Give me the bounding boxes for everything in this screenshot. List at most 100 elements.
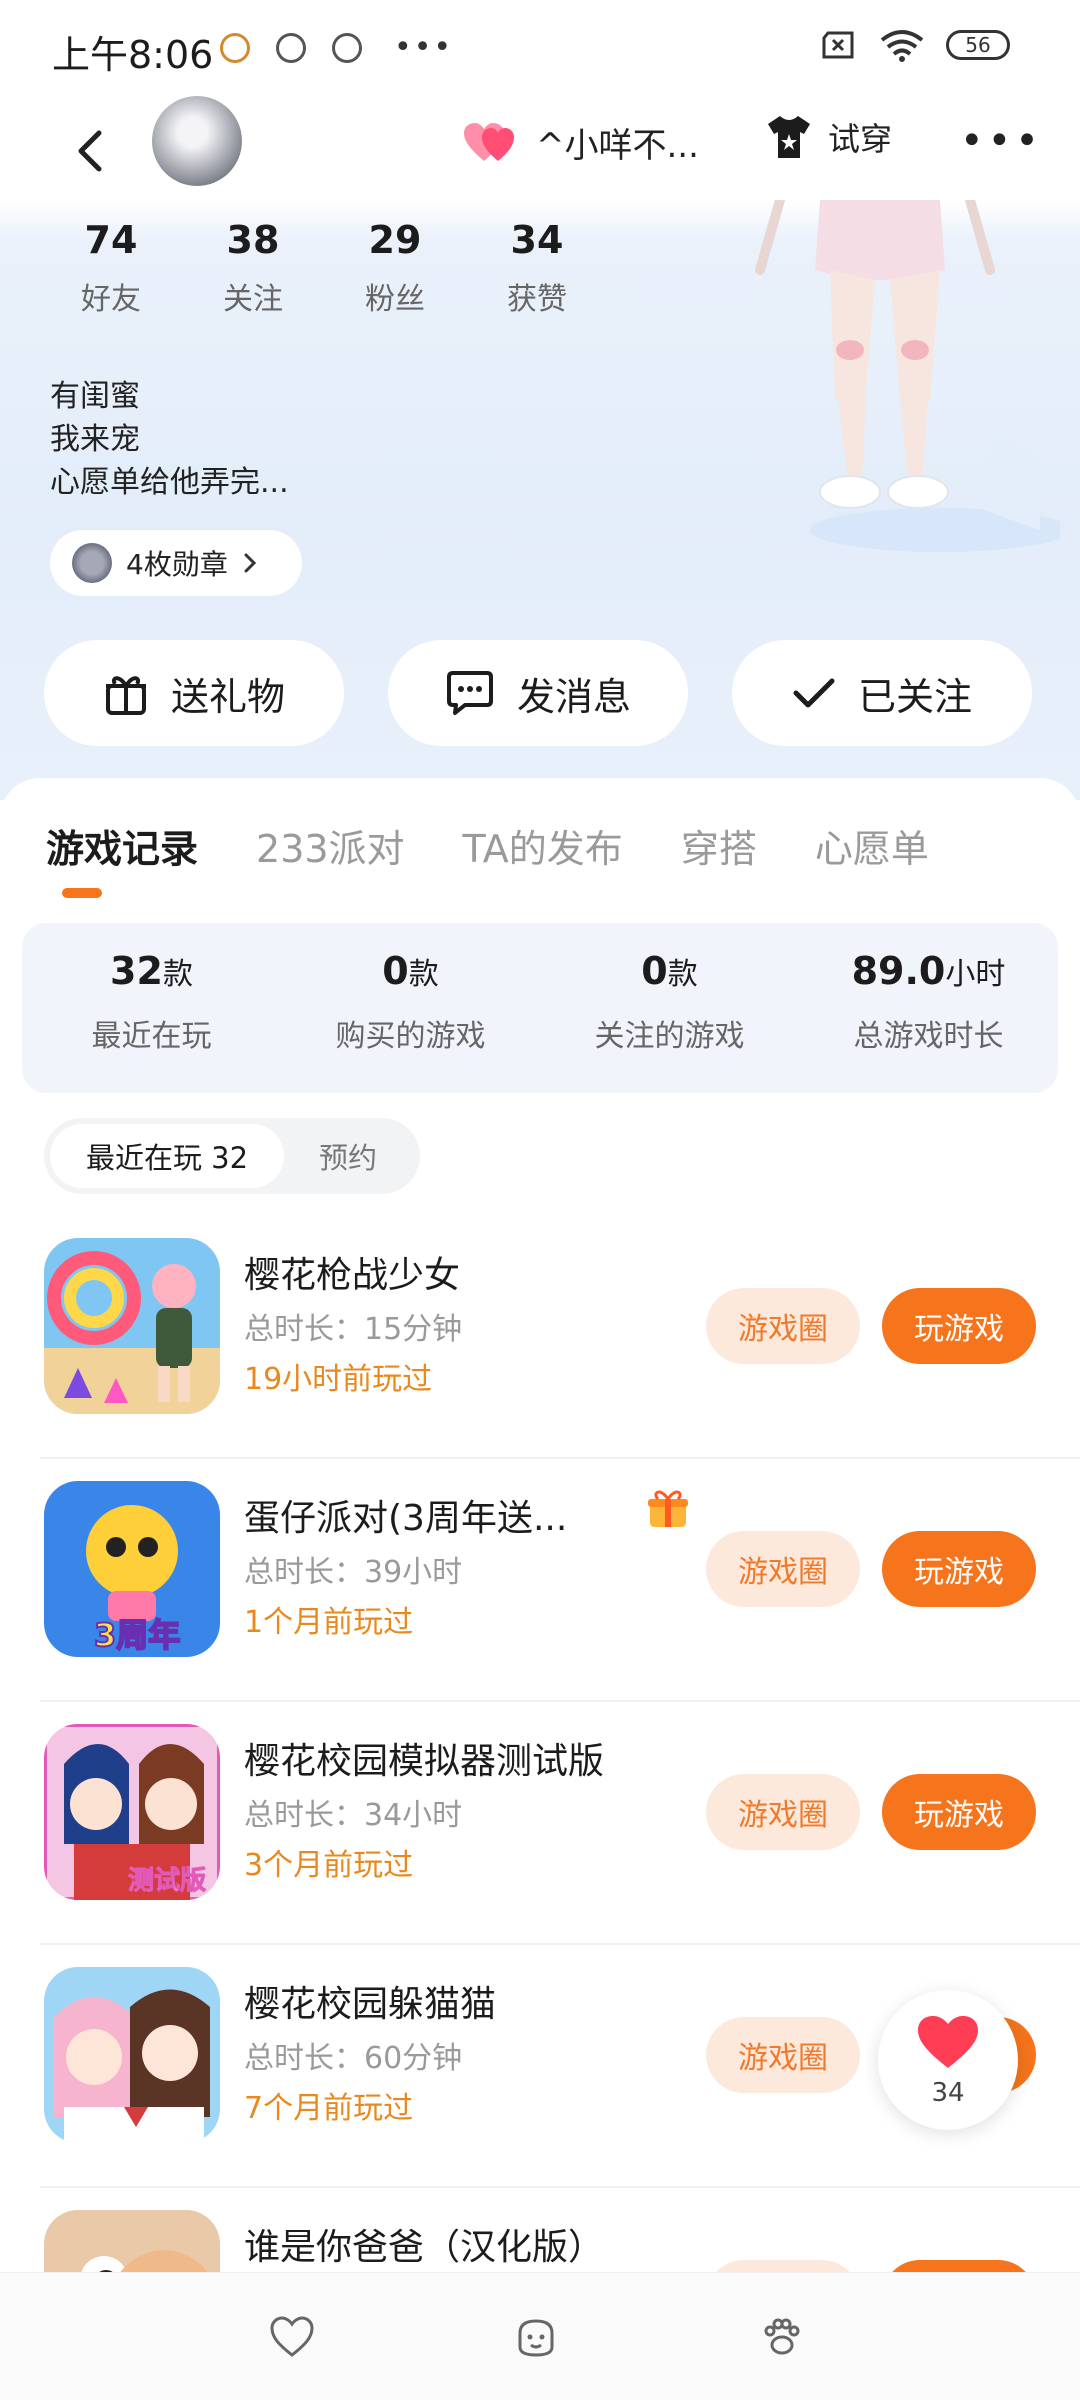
stat-label: 粉丝 <box>365 282 425 317</box>
stat-number: 74 <box>84 218 138 262</box>
heart-outline-icon[interactable] <box>268 2313 316 2361</box>
bottom-navigation-bar <box>0 2272 1080 2400</box>
game-row[interactable]: 樱花枪战少女 总时长：15分钟 19小时前玩过 游戏圈 玩游戏 <box>0 1216 1080 1459</box>
stat-fans[interactable]: 29 粉丝 <box>324 218 466 318</box>
heart-icon <box>918 2016 978 2068</box>
game-circle-button[interactable]: 游戏圈 <box>706 1531 860 1607</box>
gift-icon <box>105 676 146 715</box>
tab-game-records[interactable]: 游戏记录 <box>46 818 198 873</box>
game-list: 樱花枪战少女 总时长：15分钟 19小时前玩过 游戏圈 玩游戏 3周年 蛋仔派对… <box>0 1216 1080 2400</box>
badges-label: 4枚勋章 <box>126 548 228 581</box>
subtab-recent[interactable]: 最近在玩 32 <box>50 1124 284 1188</box>
play-game-button[interactable]: 玩游戏 <box>882 1774 1036 1850</box>
tab-wishlist[interactable]: 心愿单 <box>815 818 929 873</box>
status-bar: 上午8:06 ••• 56 <box>0 0 1080 96</box>
send-gift-label: 送礼物 <box>170 674 285 719</box>
paw-icon[interactable] <box>758 2313 806 2361</box>
bio-line: 心愿单给他弄完... <box>50 465 289 500</box>
bio-line: 我来宠 <box>50 422 140 457</box>
game-icon[interactable]: 3周年 <box>44 1481 220 1657</box>
summary-purchased[interactable]: 0款 购买的游戏 <box>281 923 540 1093</box>
profile-tabs: 游戏记录 233派对 TA的发布 穿搭 心愿单 <box>46 818 987 873</box>
stat-following[interactable]: 38 关注 <box>182 218 324 318</box>
camera-notification-icon <box>332 32 362 63</box>
game-duration: 总时长：60分钟 <box>244 2041 463 2076</box>
more-options-button[interactable]: ••• <box>960 121 1043 161</box>
summary-recent[interactable]: 32款 最近在玩 <box>22 923 281 1093</box>
more-notifications-icon: ••• <box>394 30 454 65</box>
stat-likes[interactable]: 34 获赞 <box>466 218 608 318</box>
like-count: 34 <box>931 2078 965 2108</box>
stat-number: 29 <box>368 218 422 262</box>
game-circle-button[interactable]: 游戏圈 <box>706 2017 860 2093</box>
wifi-icon <box>880 30 924 62</box>
try-on-label: 试穿 <box>828 120 893 158</box>
battery-icon: 56 <box>946 30 1010 60</box>
stat-number: 38 <box>226 218 280 262</box>
game-circle-button[interactable]: 游戏圈 <box>706 1774 860 1850</box>
game-title: 谁是你爸爸（汉化版） <box>244 2227 605 2268</box>
game-title: 蛋仔派对(3周年送... <box>244 1498 568 1539</box>
tab-outfits[interactable]: 穿搭 <box>681 818 757 873</box>
game-last-played: 19小时前玩过 <box>244 1362 433 1397</box>
bio-line: 有闺蜜 <box>50 379 140 414</box>
play-game-button[interactable]: 玩游戏 <box>882 1288 1036 1364</box>
try-on-button[interactable]: 试穿 <box>764 114 892 160</box>
send-gift-button[interactable]: 送礼物 <box>44 640 344 746</box>
game-subtabs: 最近在玩 32 预约 <box>44 1118 420 1194</box>
play-game-button[interactable]: 玩游戏 <box>882 1531 1036 1607</box>
system-icons: 56 <box>818 28 1010 62</box>
summary-value: 0 <box>641 949 668 993</box>
send-message-button[interactable]: 发消息 <box>388 640 688 746</box>
avatar-3d-figure <box>755 200 1060 552</box>
active-tab-indicator <box>62 888 102 898</box>
game-row[interactable]: 3周年 蛋仔派对(3周年送... 总时长：39小时 1个月前玩过 游戏圈 玩游戏 <box>0 1459 1080 1702</box>
game-last-played: 7个月前玩过 <box>244 2091 414 2126</box>
game-duration: 总时长：34小时 <box>244 1798 463 1833</box>
best-friend-link[interactable]: ^小咩不... <box>462 118 699 167</box>
game-title: 樱花校园模拟器测试版 <box>244 1741 605 1782</box>
summary-label: 总游戏时长 <box>853 1019 1004 1054</box>
back-button[interactable] <box>60 116 120 186</box>
notification-icons: ••• <box>220 30 453 65</box>
tab-posts[interactable]: TA的发布 <box>463 818 623 873</box>
game-circle-button[interactable]: 游戏圈 <box>706 1288 860 1364</box>
game-last-played: 1个月前玩过 <box>244 1605 414 1640</box>
stat-friends[interactable]: 74 好友 <box>40 218 182 318</box>
game-row[interactable]: 测试版 樱花校园模拟器测试版 总时长：34小时 3个月前玩过 游戏圈 玩游戏 <box>0 1702 1080 1945</box>
summary-label: 关注的游戏 <box>594 1019 745 1054</box>
top-nav: ^小咩不... 试穿 ••• <box>0 96 1080 206</box>
stat-label: 关注 <box>223 282 283 317</box>
summary-label: 最近在玩 <box>91 1019 212 1054</box>
face-icon[interactable] <box>512 2313 560 2361</box>
subtab-reserve[interactable]: 预约 <box>284 1124 412 1188</box>
game-icon[interactable]: 测试版 <box>44 1724 220 1900</box>
badges-button[interactable]: 4枚勋章 <box>50 530 302 596</box>
chevron-right-icon <box>244 553 256 573</box>
summary-followed[interactable]: 0款 关注的游戏 <box>540 923 799 1093</box>
summary-unit: 小时 <box>945 957 1006 992</box>
summary-value: 32 <box>110 949 163 993</box>
avatar[interactable] <box>152 96 242 186</box>
following-label: 已关注 <box>857 674 972 719</box>
game-summary: 32款 最近在玩 0款 购买的游戏 0款 关注的游戏 89.0小时 总游戏时长 <box>22 923 1058 1093</box>
sim-none-icon <box>822 31 854 59</box>
double-heart-icon <box>464 122 514 161</box>
following-button[interactable]: 已关注 <box>732 640 1032 746</box>
gift-badge-icon <box>648 1490 688 1527</box>
stat-label: 获赞 <box>507 282 567 317</box>
weibo-icon <box>220 32 250 63</box>
summary-total-time[interactable]: 89.0小时 总游戏时长 <box>799 923 1058 1093</box>
tshirt-icon <box>768 116 810 158</box>
chat-bubble-icon <box>446 671 493 715</box>
game-title: 樱花校园躲猫猫 <box>244 1984 497 2025</box>
send-message-label: 发消息 <box>516 674 631 719</box>
game-duration: 总时长：15分钟 <box>244 1312 463 1347</box>
summary-label: 购买的游戏 <box>335 1019 486 1054</box>
floating-like-button[interactable]: 34 <box>878 1990 1018 2130</box>
tab-233-party[interactable]: 233派对 <box>256 818 405 873</box>
game-icon[interactable] <box>44 1238 220 1414</box>
game-icon[interactable] <box>44 1967 220 2143</box>
medal-icon <box>72 543 112 583</box>
stat-number: 34 <box>510 218 564 262</box>
